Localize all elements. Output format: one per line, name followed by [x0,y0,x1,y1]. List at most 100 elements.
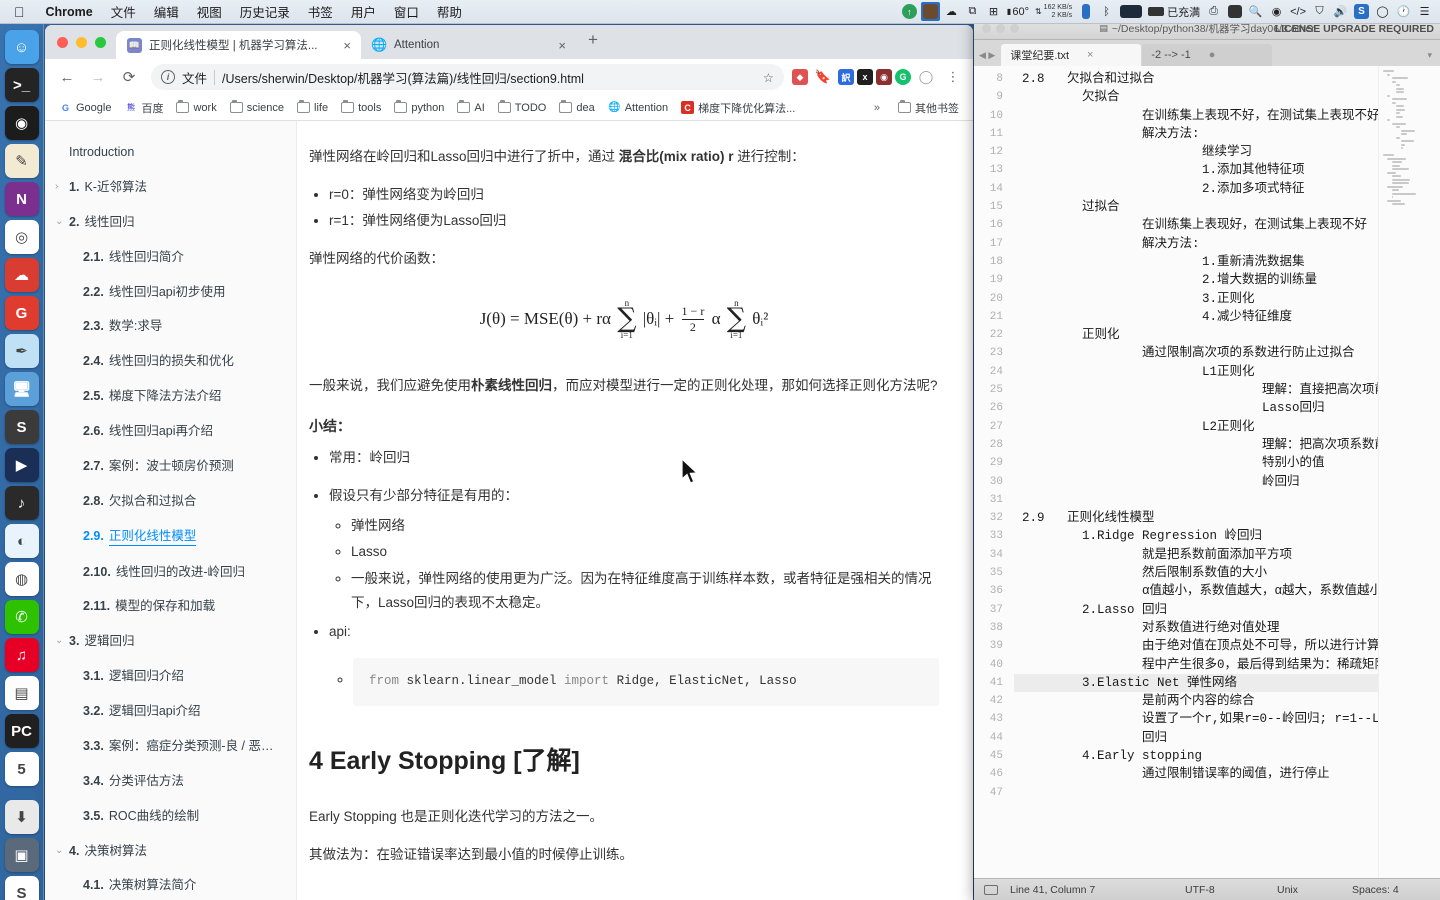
dock-item-qq-pinyin[interactable]: ✒ [4,334,39,368]
bookmark-item-6[interactable]: python [388,99,450,116]
upload-arrow-icon[interactable]: ↑ [900,2,919,21]
sidebar-item-2-11[interactable]: 2.11. 模型的保存和加载 [45,589,296,624]
code-line[interactable]: 程中产生很多0，最后得到结果为：稀疏矩阵 [1014,656,1440,674]
memory-monitor-icon[interactable] [1076,2,1095,21]
sidebar-item-2-2[interactable]: 2.2. 线性回归api初步使用 [45,275,296,310]
maximize-window-button[interactable] [1010,24,1019,33]
code-line[interactable]: 就是把系数前面添加平方项 [1014,546,1440,564]
siri-icon[interactable]: ◉ [1267,2,1286,21]
code-line[interactable]: 3.Elastic Net 弹性网络 [1014,673,1440,693]
code-line[interactable]: 2.8 欠拟合和过拟合 [1014,70,1440,88]
dock-item-netease-music[interactable]: ♫ [4,638,39,672]
code-line[interactable]: 通过限制高次项的系数进行防止过拟合 [1014,344,1440,362]
chevron-icon[interactable]: › [55,179,69,194]
line-ending-status[interactable]: Unix [1265,884,1340,896]
clipboard-manager-icon[interactable]: ⧉ [963,2,982,21]
code-line[interactable]: 2.9 正则化线性模型 [1014,509,1440,527]
sublime-editor-body[interactable]: 8 9 10 11 12 13 14 15 16 17 18 19 20 21 22 23 24 25 26 27 28… [974,66,1440,878]
menu-item-chrome[interactable]: Chrome [37,5,102,19]
translate-icon[interactable]: 訳 [838,69,854,85]
bookmark-item-8[interactable]: TODO [492,99,553,116]
close-tab-1-button[interactable]: × [556,38,568,53]
gitbook-sidebar-nav[interactable]: Introduction › 1. K-近邻算法 ⌄ 2. 线性回归 2.1. 线性回归简介 2… [45,121,297,900]
bookmark-star-icon[interactable]: ☆ [763,70,774,85]
temperature-monitor-icon[interactable]: ▮ 60° [1005,2,1031,21]
sidebar-item-2-6[interactable]: 2.6. 线性回归api再介绍 [45,414,296,449]
clock-icon[interactable]: 🕐 [1394,2,1413,21]
chevron-icon[interactable]: ⌄ [55,633,69,648]
sidebar-item-3-3[interactable]: 3.3. 案例：癌症分类预测-良 / 恶性... [45,729,296,764]
code-line[interactable]: 解决方法: [1014,125,1440,143]
new-tab-button[interactable]: + [576,30,608,54]
bookmark-item-5[interactable]: tools [335,99,387,116]
code-line[interactable]: 1.Ridge Regression 岭回归 [1014,527,1440,545]
grammarly-icon[interactable]: G [895,69,911,85]
volume-icon[interactable]: 🔊 [1331,2,1350,21]
sidebar-item-3-2[interactable]: 3.2. 逻辑回归api介绍 [45,694,296,729]
minimize-window-button[interactable] [996,24,1005,33]
code-line[interactable]: 3.正则化 [1014,290,1440,308]
browser-tab-1[interactable]: 🌐 Attention × [361,31,576,59]
code-brackets-icon[interactable]: </> [1288,2,1308,21]
forward-button[interactable]: → [84,63,112,91]
close-sublime-tab-1[interactable]: ● [1209,49,1216,61]
dock-item-downloads-stack[interactable]: ⬇ [4,800,39,834]
code-line[interactable]: 理解：直接把高次项前面的系数变为0 [1014,381,1440,399]
close-tab-0-button[interactable]: × [341,38,353,53]
dock-item-wechat[interactable]: ✆ [4,600,39,634]
code-line[interactable]: 通过限制错误率的阈值，进行停止 [1014,765,1440,783]
sidebar-item-introduction[interactable]: Introduction [45,135,296,170]
bookmark-item-11[interactable]: C 梯度下降优化算法... [675,98,801,118]
code-line[interactable]: 然后限制系数值的大小 [1014,564,1440,582]
chevron-icon[interactable]: ⌄ [55,843,69,858]
code-line[interactable]: 对系数值进行绝对值处理 [1014,619,1440,637]
dock-item-screenshot-file[interactable]: ▣ [4,838,39,872]
dock-item-sublime-text[interactable]: S [4,410,39,444]
bookmark-item-10[interactable]: 🌐 Attention [602,99,674,116]
code-line[interactable] [1014,491,1440,509]
extension-puzzle-icon[interactable]: ◆ [792,69,808,85]
apple-logo-icon[interactable]:  [0,5,37,19]
widgets-icon[interactable] [1225,2,1244,21]
user-avatar-icon[interactable] [920,2,940,21]
spotlight-search-icon[interactable]: 🔍 [1246,2,1265,21]
bookmark-item-3[interactable]: science [224,99,290,116]
dock-item-terminal[interactable]: >_ [4,68,39,102]
dock-item-notebook[interactable]: ▤ [4,676,39,710]
code-line[interactable]: 4.Early stopping [1014,747,1440,765]
dock-item-pycharm[interactable]: PC [4,714,39,748]
dock-item-document-file-1[interactable]: S [4,876,39,900]
sidebar-item-4[interactable]: ⌄ 4. 决策树算法 [45,834,296,869]
dock-item-obs-studio[interactable]: ◉ [4,106,39,140]
tab-scroll-arrows[interactable]: ◀ ▶ [974,50,1001,66]
dock-item-remote-desktop[interactable]: 🖥 [4,372,39,406]
code-line[interactable]: 2.Lasso 回归 [1014,601,1440,619]
notion-icon[interactable]: x [857,69,873,85]
editor-minimap[interactable] [1378,66,1440,878]
dock-item-onenote[interactable]: N [4,182,39,216]
sidebar-item-3[interactable]: ⌄ 3. 逻辑回归 [45,624,296,659]
code-line[interactable]: 正则化 [1014,326,1440,344]
sidebar-item-2-7[interactable]: 2.7. 案例：波士顿房价预测 [45,449,296,484]
sidebar-item-3-4[interactable]: 3.4. 分类评估方法 [45,764,296,799]
code-line[interactable]: 继续学习 [1014,143,1440,161]
code-line[interactable]: L2正则化 [1014,418,1440,436]
shield-icon[interactable]: ⛉ [1310,2,1329,21]
dock-item-media-player[interactable]: ▶ [4,448,39,482]
airplay-icon[interactable]: ⎙ [1204,2,1223,21]
page-info-icon[interactable]: i [161,70,175,84]
dock-item-calendar[interactable]: 5 [4,752,39,786]
sidebar-item-2-3[interactable]: 2.3. 数学:求导 [45,309,296,344]
menu-item-window[interactable]: 窗口 [385,2,428,21]
sidebar-item-1[interactable]: › 1. K-近邻算法 [45,170,296,205]
sidebar-item-2[interactable]: ⌄ 2. 线性回归 [45,205,296,240]
encoding-status[interactable]: UTF-8 [1173,884,1265,896]
code-line[interactable]: 特别小的值 [1014,454,1440,472]
chrome-toolbar[interactable]: ← → ⟳ i 文件 /Users/sherwin/Desktop/机器学习(算… [45,59,973,95]
bookmark-item-9[interactable]: dea [553,99,600,116]
menu-item-edit[interactable]: 编辑 [145,2,188,21]
code-line[interactable]: 理解：把高次项系数前面的系数变成 [1014,436,1440,454]
editor-text-area[interactable]: 2.8 欠拟合和过拟合 欠拟合 在训练集上表现不好，在测试集上表现不好 解决方法… [1008,66,1440,878]
close-window-button[interactable] [982,24,991,33]
dock-item-finder[interactable]: ☺ [4,30,39,64]
